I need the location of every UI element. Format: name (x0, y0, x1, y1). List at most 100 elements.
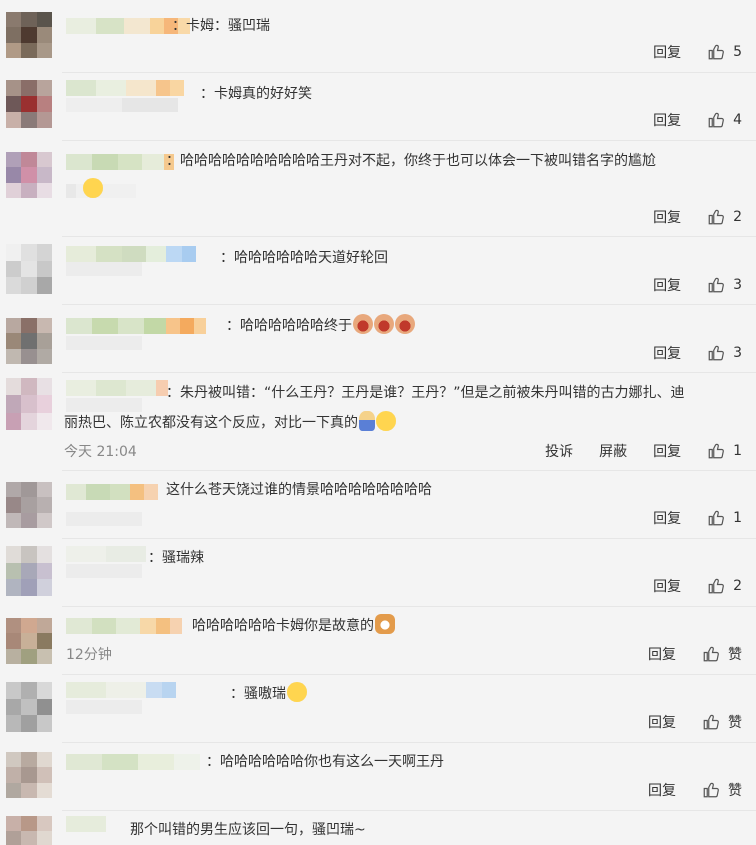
smile-emoji-icon (287, 682, 307, 702)
divider (62, 72, 756, 73)
like-button[interactable]: 4 (707, 111, 742, 129)
like-count: 3 (733, 277, 742, 293)
comment-text-content: ：哈哈哈哈哈哈终于 (226, 318, 352, 334)
comment-text: 那个叫错的男生应该回一句，骚凹瑞~ (130, 822, 366, 838)
comment-actions: 回复 3 (627, 275, 742, 295)
reply-button[interactable]: 回复 (648, 712, 676, 732)
laughing-emoji-icon (395, 314, 415, 334)
like-count: 1 (733, 510, 742, 526)
comment-text: ：骚瑞辣 (148, 550, 204, 566)
reply-button[interactable]: 回复 (653, 207, 681, 227)
reply-button[interactable]: 回复 (653, 508, 681, 528)
like-button[interactable]: 5 (707, 43, 742, 61)
thumbs-up-icon (703, 646, 719, 662)
like-button[interactable]: 3 (707, 344, 742, 362)
avatar[interactable] (6, 12, 52, 58)
comment-actions: 回复 4 (627, 110, 742, 130)
divider (62, 140, 756, 141)
reply-button[interactable]: 回复 (653, 275, 681, 295)
like-count: 4 (733, 112, 742, 128)
avatar[interactable] (6, 816, 52, 845)
like-button[interactable]: 1 (707, 442, 742, 460)
like-count: 赞 (728, 715, 742, 731)
username-blurred[interactable] (66, 318, 206, 334)
like-button[interactable]: 赞 (702, 644, 742, 664)
username-blurred[interactable] (66, 154, 174, 170)
comment-text: ：哈哈哈哈哈哈你也有这么一天啊王丹 (206, 754, 444, 770)
avatar[interactable] (6, 546, 52, 596)
comment-text: ：哈哈哈哈哈哈哈哈哈哈王丹对不起，你终于也可以体会一下被叫错名字的尴尬 (166, 153, 656, 169)
reply-button[interactable]: 回复 (653, 343, 681, 363)
reply-button[interactable]: 回复 (653, 441, 681, 461)
avatar[interactable] (6, 682, 52, 732)
username-blurred (66, 700, 142, 714)
avatar[interactable] (6, 618, 52, 664)
thumbs-up-icon (708, 443, 724, 459)
divider (62, 810, 756, 811)
avatar[interactable] (6, 80, 52, 128)
like-button[interactable]: 赞 (702, 712, 742, 732)
username-blurred[interactable] (66, 80, 184, 96)
avatar[interactable] (6, 752, 52, 798)
comment-text: ：骚嗷瑞 (230, 680, 746, 708)
comment-actions: 回复 5 (627, 42, 742, 62)
comment-actions: 投诉 屏蔽 回复 1 (519, 441, 742, 461)
divider (62, 470, 756, 471)
username-blurred[interactable] (66, 618, 182, 634)
username-blurred (66, 564, 142, 578)
divider (62, 742, 756, 743)
like-button[interactable]: 2 (707, 208, 742, 226)
divider (62, 674, 756, 675)
reply-button[interactable]: 回复 (648, 780, 676, 800)
divider (62, 372, 756, 373)
thumbs-up-icon (703, 714, 719, 730)
avatar[interactable] (6, 244, 52, 294)
reply-button[interactable]: 回复 (648, 644, 676, 664)
figure-emoji-icon (359, 411, 375, 431)
smirk-emoji-icon (376, 411, 396, 431)
reply-button[interactable]: 回复 (653, 110, 681, 130)
comment-text: 哈哈哈哈哈哈卡姆你是故意的 (192, 612, 746, 640)
comment-actions: 回复 1 (627, 508, 742, 528)
divider (62, 236, 756, 237)
block-button[interactable]: 屏蔽 (599, 441, 627, 461)
username-blurred[interactable] (66, 546, 146, 562)
comment-actions: 回复 赞 (622, 712, 742, 732)
comment-time: 12分钟 (66, 647, 112, 663)
username-blurred (66, 262, 142, 276)
like-button[interactable]: 2 (707, 577, 742, 595)
reply-button[interactable]: 回复 (653, 576, 681, 596)
avatar[interactable] (6, 482, 52, 528)
like-count: 1 (733, 443, 742, 459)
report-button[interactable]: 投诉 (545, 441, 573, 461)
comment-actions: 回复 3 (627, 343, 742, 363)
comment-text-content: 丽热巴、陈立农都没有这个反应，对比一下真的 (64, 415, 358, 431)
embarrassed-emoji-icon (83, 178, 103, 198)
comment-text: ：卡姆真的好好笑 (200, 86, 312, 102)
avatar[interactable] (6, 152, 52, 198)
username-blurred[interactable] (66, 380, 168, 396)
username-blurred[interactable] (66, 484, 158, 500)
avatar[interactable] (6, 378, 52, 430)
like-button[interactable]: 赞 (702, 780, 742, 800)
divider (62, 538, 756, 539)
comment-actions: 回复 2 (627, 207, 742, 227)
like-button[interactable]: 1 (707, 509, 742, 527)
username-blurred[interactable] (66, 754, 200, 770)
username-blurred (66, 98, 178, 112)
thumbs-up-icon (703, 782, 719, 798)
thumbs-up-icon (708, 112, 724, 128)
like-button[interactable]: 3 (707, 276, 742, 294)
username-blurred[interactable] (66, 246, 196, 262)
reply-button[interactable]: 回复 (653, 42, 681, 62)
username-blurred (66, 336, 142, 350)
username-blurred[interactable] (66, 816, 106, 832)
comment-text-content: ：骚嗷瑞 (230, 686, 286, 702)
laughing-emoji-icon (353, 314, 373, 334)
cat-emoji-icon (375, 614, 395, 634)
thumbs-up-icon (708, 578, 724, 594)
username-blurred[interactable] (66, 682, 176, 698)
avatar[interactable] (6, 318, 52, 364)
comment-text: ：哈哈哈哈哈哈天道好轮回 (220, 250, 388, 266)
comment-text: ：卡姆：骚凹瑞 (172, 18, 270, 34)
